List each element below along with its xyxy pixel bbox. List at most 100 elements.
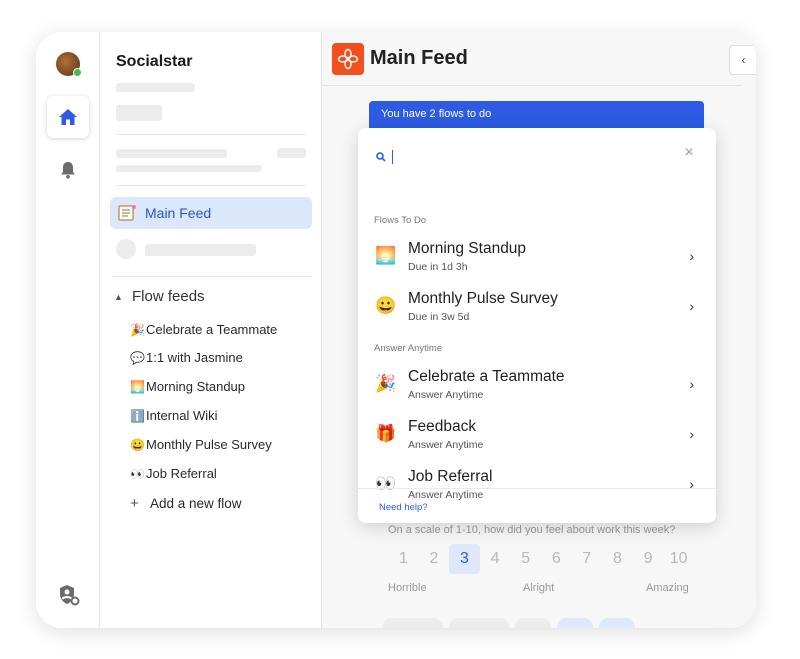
rating-option[interactable]: 9: [633, 544, 664, 574]
rating-scale: 1 2 3 4 5 6 7 8 9 10: [388, 544, 694, 574]
chevron-right-icon: ›: [689, 426, 694, 442]
loading-placeholder: [145, 244, 256, 256]
avatar[interactable]: [56, 52, 82, 77]
sidebar-item-label: Celebrate a Teammate: [146, 322, 278, 337]
online-status-dot: [73, 68, 82, 77]
icon-rail: [36, 32, 100, 628]
sidebar-item-label: Internal Wiki: [146, 408, 218, 423]
sidebar-item-1-1-with-jasmine[interactable]: 💬 1:1 with Jasmine: [130, 350, 243, 365]
flow-sub: Answer Anytime: [408, 489, 484, 501]
chevron-right-icon: ›: [689, 248, 694, 264]
eyes-icon: 👀: [375, 474, 397, 493]
divider: [112, 276, 312, 277]
sidebar-item-internal-wiki[interactable]: ℹ️ Internal Wiki: [130, 408, 218, 423]
page-title: Main Feed: [370, 47, 468, 69]
flow-name: Monthly Pulse Survey: [408, 290, 558, 307]
section-label: Answer Anytime: [374, 343, 443, 354]
flow-due: Due in 3w 5d: [408, 311, 470, 323]
sidebar-item-label: 1:1 with Jasmine: [146, 350, 243, 365]
sunrise-icon: 🌅: [130, 379, 145, 394]
home-button[interactable]: [47, 96, 89, 138]
loading-placeholder: [116, 165, 262, 172]
divider: [322, 85, 742, 86]
admin-settings-button[interactable]: [57, 583, 81, 607]
pulse-survey-card: On a scale of 1-10, how did you feel abo…: [373, 512, 703, 628]
divider: [358, 488, 716, 489]
rating-option-selected[interactable]: 3: [449, 544, 480, 574]
flow-item-monthly-pulse-survey[interactable]: 😀 Monthly Pulse Survey Due in 3w 5d ›: [374, 288, 702, 332]
sidebar-item-label: Monthly Pulse Survey: [146, 437, 272, 452]
reaction-chip[interactable]: [599, 618, 635, 628]
home-icon: [59, 109, 77, 125]
loading-placeholder: [277, 148, 306, 158]
sidebar-item-monthly-pulse-survey[interactable]: 😀 Monthly Pulse Survey: [130, 437, 272, 452]
rating-option[interactable]: 2: [419, 544, 450, 574]
reaction-chip[interactable]: [557, 618, 593, 628]
divider: [116, 134, 306, 135]
rating-option[interactable]: 1: [388, 544, 419, 574]
section-label: Flows To Do: [374, 215, 427, 226]
party-popper-icon: 🎉: [130, 322, 145, 337]
flow-name: Morning Standup: [408, 240, 527, 257]
close-icon[interactable]: ×: [680, 144, 698, 162]
collapse-panel-button[interactable]: ‹: [729, 45, 756, 75]
gift-icon: 🎁: [375, 424, 397, 443]
sidebar-item-celebrate-a-teammate[interactable]: 🎉 Celebrate a Teammate: [130, 322, 277, 337]
rating-option[interactable]: 6: [541, 544, 572, 574]
flow-logo-icon: [332, 43, 364, 75]
party-popper-icon: 🎉: [375, 374, 397, 393]
reaction-chip[interactable]: [449, 618, 509, 628]
add-new-flow-button[interactable]: + Add a new flow: [130, 495, 242, 512]
sidebar-item-label: Morning Standup: [146, 379, 246, 394]
flows-dropdown: × Flows To Do 🌅 Morning Standup Due in 1…: [358, 128, 716, 523]
flow-item-morning-standup[interactable]: 🌅 Morning Standup Due in 1d 3h ›: [374, 238, 702, 282]
sidebar-item-morning-standup[interactable]: 🌅 Morning Standup: [130, 379, 245, 394]
flow-feeds-toggle[interactable]: ▲ Flow feeds: [114, 288, 205, 305]
comment-button[interactable]: [383, 618, 443, 628]
search-input[interactable]: [392, 150, 672, 164]
rating-option[interactable]: 4: [480, 544, 511, 574]
flow-name: Job Referral: [408, 468, 493, 485]
flow-sub: Answer Anytime: [408, 389, 484, 401]
bell-icon: [61, 162, 75, 179]
survey-question: On a scale of 1-10, how did you feel abo…: [388, 524, 676, 536]
reaction-chip[interactable]: [515, 618, 551, 628]
need-help-link[interactable]: Need help?: [379, 502, 428, 513]
chevron-left-icon: ‹: [741, 53, 746, 67]
loading-placeholder: [116, 105, 162, 121]
user-gear-icon: [60, 585, 80, 606]
flow-item-celebrate-a-teammate[interactable]: 🎉 Celebrate a Teammate Answer Anytime ›: [374, 366, 702, 410]
sidebar-item-label: Job Referral: [146, 466, 217, 481]
flow-sub: Answer Anytime: [408, 439, 484, 451]
speech-bubble-icon: 💬: [130, 350, 145, 365]
sidebar: Socialstar Main Feed ▲ Flow feeds 🎉 Cele…: [100, 32, 322, 628]
flow-item-feedback[interactable]: 🎁 Feedback Answer Anytime ›: [374, 416, 702, 460]
rating-option[interactable]: 5: [510, 544, 541, 574]
rating-option[interactable]: 7: [572, 544, 603, 574]
chevron-right-icon: ›: [689, 476, 694, 492]
feed-icon: [118, 205, 136, 221]
loading-placeholder: [116, 149, 227, 158]
grinning-face-icon: 😀: [375, 296, 397, 315]
sidebar-item-job-referral[interactable]: 👀 Job Referral: [130, 466, 217, 481]
search-bar: [376, 148, 696, 166]
loading-placeholder: [116, 83, 195, 92]
reaction-bar: [383, 618, 635, 628]
flow-feeds-title: Flow feeds: [132, 288, 205, 305]
flow-due: Due in 1d 3h: [408, 261, 468, 273]
loading-placeholder: [116, 239, 136, 259]
eyes-icon: 👀: [130, 466, 145, 481]
notifications-button[interactable]: [58, 160, 78, 180]
sunrise-icon: 🌅: [375, 246, 397, 265]
sidebar-item-main-feed[interactable]: Main Feed: [110, 197, 312, 229]
plus-icon: +: [130, 495, 139, 512]
info-icon: ℹ️: [130, 408, 145, 423]
flow-name: Feedback: [408, 418, 477, 435]
app-window: Socialstar Main Feed ▲ Flow feeds 🎉 Cele…: [36, 32, 756, 628]
rating-option[interactable]: 10: [663, 544, 694, 574]
scale-low-label: Horrible: [388, 582, 427, 594]
add-flow-label: Add a new flow: [150, 496, 242, 511]
scale-mid-label: Alright: [523, 582, 555, 594]
rating-option[interactable]: 8: [602, 544, 633, 574]
flows-to-do-banner[interactable]: You have 2 flows to do: [369, 101, 704, 129]
